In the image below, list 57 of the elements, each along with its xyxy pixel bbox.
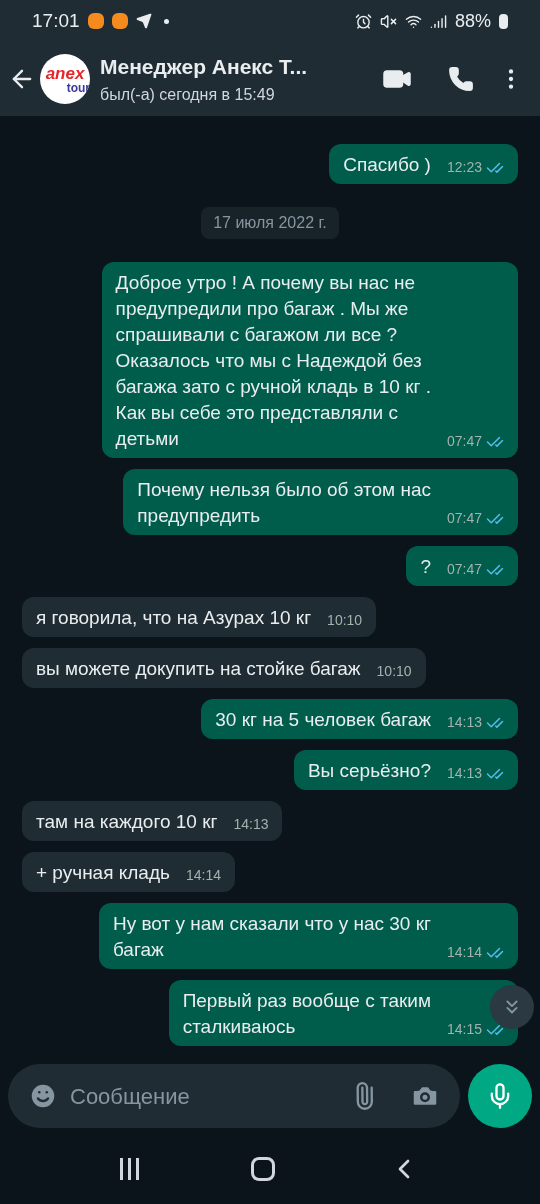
- battery-level: 88%: [454, 9, 491, 33]
- message-text: вы можете докупить на стойке багаж: [36, 657, 361, 681]
- signal-icon: [429, 12, 447, 30]
- message-time: 10:10: [327, 611, 363, 630]
- app-icon: [111, 13, 128, 29]
- message-text: Ну вот у нам сказали что у нас 30 кг багаж: [112, 912, 431, 962]
- alarm-icon: [354, 12, 372, 30]
- mute-icon: [379, 12, 397, 30]
- battery-icon: [499, 13, 508, 29]
- message-text: Спасибо ): [343, 153, 431, 177]
- message-text: там на каждого 10 кг: [36, 810, 218, 834]
- message-time: 14:14: [446, 943, 482, 962]
- sent-message[interactable]: 30 кг на 5 человек багаж 14:13: [201, 699, 518, 739]
- message-time: 14:15: [446, 1020, 482, 1039]
- message-time: 14:14: [185, 866, 221, 885]
- message-text: Почему нельзя было об этом нас предупредить: [137, 478, 431, 528]
- message-text: ?: [420, 555, 431, 579]
- avatar[interactable]: anex tour: [40, 54, 90, 104]
- sent-message[interactable]: Почему нельзя было об этом нас предупредить 07:47: [123, 469, 518, 535]
- message-text: 30 кг на 5 человек багаж: [215, 708, 431, 732]
- status-time: 17:01: [32, 8, 80, 33]
- phone-icon[interactable]: [448, 66, 474, 92]
- message-text: Первый раз вообще с таким сталкиваюсь: [182, 989, 431, 1039]
- recent-apps-icon[interactable]: [120, 1158, 140, 1180]
- message-time: 10:10: [376, 662, 412, 681]
- contact-name[interactable]: Менеджер Анекс Т...: [100, 51, 382, 83]
- message-placeholder: Сообщение: [70, 1082, 191, 1111]
- sent-message[interactable]: Спасибо ) 12:23: [329, 144, 518, 184]
- sent-message[interactable]: ? 07:47: [406, 546, 518, 586]
- message-text: + ручная кладь: [36, 861, 170, 885]
- message-time: 12:23: [446, 158, 482, 177]
- app-icon: [87, 13, 104, 29]
- sent-message[interactable]: Первый раз вообще с таким сталкиваюсь 14:15: [168, 980, 518, 1046]
- message-time: 07:47: [446, 509, 482, 528]
- date-chip: 17 июля 2022 г.: [201, 207, 339, 239]
- message-time: 14:13: [233, 815, 269, 834]
- message-input[interactable]: Сообщение: [8, 1064, 460, 1128]
- message-time: 07:47: [446, 560, 482, 579]
- avatar-logo-subtext: tour: [66, 81, 90, 94]
- sent-message[interactable]: [101, 262, 518, 458]
- message-time: 14:13: [446, 713, 482, 732]
- emoji-icon[interactable]: [28, 1081, 58, 1111]
- last-seen: был(-а) сегодня в 15:49: [100, 84, 276, 105]
- home-icon[interactable]: [251, 1157, 276, 1181]
- message-time: 07:47: [446, 432, 482, 451]
- scroll-down-button[interactable]: [490, 985, 534, 1029]
- received-message[interactable]: + ручная кладь 14:14: [22, 852, 235, 892]
- message-text: я говорила, что на Азурах 10 кг: [36, 606, 312, 630]
- received-message[interactable]: там на каждого 10 кг 14:13: [22, 801, 283, 841]
- sent-message[interactable]: Вы серьёзно? 14:13: [293, 750, 518, 790]
- sent-message[interactable]: Ну вот у нам сказали что у нас 30 кг багаж 14:14: [98, 903, 518, 969]
- message-text: Вы серьёзно?: [307, 759, 431, 783]
- message-text: Доброе утро ! А почему вы нас не предупредили про багаж . Мы же спрашивали с багажом ли все ? Оказалось что мы с Надеждой без багажа зато с ручной кладь в 10 кг . Как вы себе это представляли с детьми: [115, 271, 431, 451]
- avatar-logo-text: anex: [45, 64, 85, 82]
- message-time: 14:13: [446, 764, 482, 783]
- received-message[interactable]: вы можете докупить на стойке багаж 10:10: [22, 648, 426, 688]
- received-message[interactable]: я говорила, что на Азурах 10 кг 10:10: [22, 597, 377, 637]
